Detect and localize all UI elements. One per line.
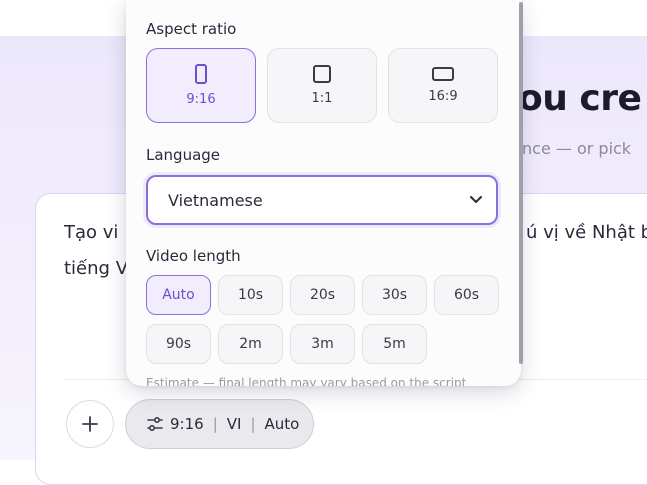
language-label: Language xyxy=(146,146,221,164)
length-option-3m[interactable]: 3m xyxy=(290,324,355,364)
length-option-label: 30s xyxy=(381,287,408,303)
hero-subtitle: nce — or pick xyxy=(522,139,632,158)
length-option-10s[interactable]: 10s xyxy=(218,275,283,315)
length-option-label: 10s xyxy=(237,287,264,303)
prompt-text-line1-tail[interactable]: ú vị về Nhật b xyxy=(526,222,647,243)
length-option-90s[interactable]: 90s xyxy=(146,324,211,364)
aspect-ratio-label: Aspect ratio xyxy=(146,20,237,38)
sliders-icon xyxy=(147,416,163,432)
aspect-option-label: 1:1 xyxy=(311,91,333,106)
length-option-label: 20s xyxy=(309,287,336,303)
language-selected-value: Vietnamese xyxy=(168,190,263,210)
length-option-20s[interactable]: 20s xyxy=(290,275,355,315)
estimate-clip: Estimate — final length may vary based o… xyxy=(126,370,519,386)
aspect-option-label: 16:9 xyxy=(428,89,458,104)
landscape-icon xyxy=(432,67,454,81)
aspect-option-1-1[interactable]: 1:1 xyxy=(267,48,377,123)
length-option-label: Auto xyxy=(162,287,195,303)
pill-language-value: VI xyxy=(226,415,242,433)
pill-length-value: Auto xyxy=(264,415,300,433)
length-option-label: 90s xyxy=(165,336,192,352)
length-option-auto[interactable]: Auto xyxy=(146,275,211,315)
add-button[interactable] xyxy=(66,400,114,448)
prompt-text-line2[interactable]: tiếng V xyxy=(64,258,128,279)
length-option-label: 3m xyxy=(311,336,334,352)
video-length-label: Video length xyxy=(146,247,241,265)
pill-aspect-value: 9:16 xyxy=(170,415,204,433)
length-option-2m[interactable]: 2m xyxy=(218,324,283,364)
length-option-label: 5m xyxy=(383,336,406,352)
prompt-text-line1[interactable]: Tạo vi xyxy=(64,222,118,243)
aspect-option-9-16[interactable]: 9:16 xyxy=(146,48,256,123)
length-option-label: 60s xyxy=(453,287,480,303)
popover-scrollbar[interactable] xyxy=(519,2,523,364)
chevron-down-icon xyxy=(470,196,482,203)
estimate-note: Estimate — final length may vary based o… xyxy=(146,376,467,386)
hero-title: ou cre xyxy=(518,78,642,119)
length-option-60s[interactable]: 60s xyxy=(434,275,499,315)
video-settings-button[interactable]: 9:16 | VI | Auto xyxy=(125,399,314,449)
length-option-label: 2m xyxy=(239,336,262,352)
language-select[interactable]: Vietnamese xyxy=(146,175,498,225)
length-option-30s[interactable]: 30s xyxy=(362,275,427,315)
pill-separator: | xyxy=(250,415,256,433)
pill-separator: | xyxy=(212,415,218,433)
plus-icon xyxy=(82,416,98,432)
length-option-5m[interactable]: 5m xyxy=(362,324,427,364)
square-icon xyxy=(313,65,331,83)
aspect-option-16-9[interactable]: 16:9 xyxy=(388,48,498,123)
portrait-icon xyxy=(195,64,207,84)
aspect-option-label: 9:16 xyxy=(186,92,216,107)
